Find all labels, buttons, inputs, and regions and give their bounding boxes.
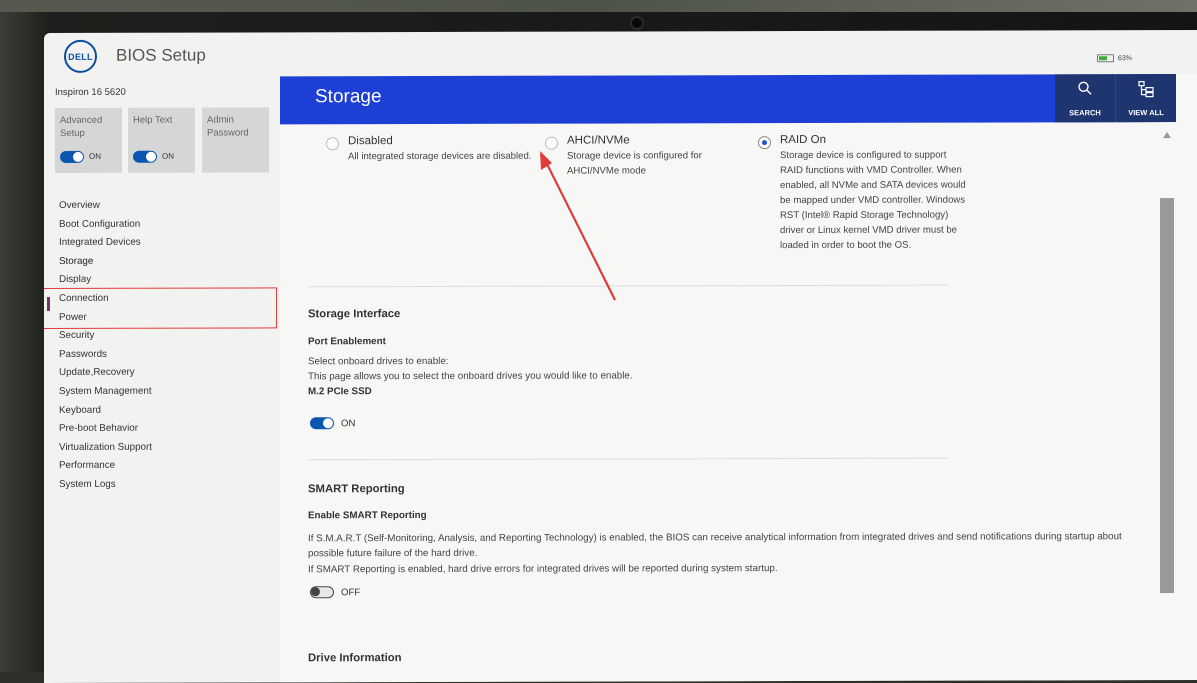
- port-enablement-line2: This page allows you to select the onboa…: [308, 368, 633, 384]
- option-label: RAID On: [780, 133, 970, 148]
- smart-toggle-row: OFF: [310, 586, 360, 598]
- option-label: AHCI/NVMe: [567, 133, 737, 148]
- divider: [308, 458, 948, 461]
- sidebar-item-system-management[interactable]: System Management: [58, 386, 152, 405]
- scroll-up-arrow-icon[interactable]: [1163, 132, 1171, 138]
- option-ahci-nvme[interactable]: AHCI/NVMe Storage device is configured f…: [567, 133, 737, 178]
- sidebar-nav: Overview Boot Configuration Integrated D…: [58, 200, 152, 498]
- scroll-thumb[interactable]: [1160, 198, 1174, 593]
- bios-screen: DELL BIOS Setup 63% Inspiron 16 5620 Adv…: [44, 30, 1197, 683]
- tile-advanced-setup[interactable]: Advanced Setup ON: [55, 108, 122, 173]
- sidebar-item-pre-boot-behavior[interactable]: Pre-boot Behavior: [58, 423, 152, 442]
- scrollbar[interactable]: [1160, 126, 1174, 680]
- option-label: Disabled: [348, 134, 538, 149]
- battery-level: 63%: [1118, 55, 1132, 62]
- model-name: Inspiron 16 5620: [55, 87, 126, 98]
- view-all-button[interactable]: VIEW ALL: [1116, 74, 1176, 122]
- view-all-icon: [1137, 80, 1155, 98]
- dell-logo: DELL: [64, 40, 97, 73]
- sidebar-item-passwords[interactable]: Passwords: [58, 348, 152, 367]
- m2-ssd-toggle-row: ON: [310, 417, 355, 429]
- option-disabled[interactable]: Disabled All integrated storage devices …: [348, 134, 538, 164]
- sidebar: Inspiron 16 5620 Advanced Setup ON Help …: [44, 77, 280, 683]
- tile-admin-password[interactable]: Admin Password: [202, 107, 269, 172]
- app-title: BIOS Setup: [116, 46, 206, 66]
- port-enablement-line1: Select onboard drives to enable:: [308, 354, 449, 369]
- option-description: Storage device is configured to support …: [780, 148, 970, 253]
- search-button[interactable]: SEARCH: [1055, 74, 1115, 122]
- main-content: Storage SEARCH VIEW ALL: [280, 74, 1197, 682]
- section-title-storage-interface: Storage Interface: [308, 308, 400, 320]
- sidebar-item-storage[interactable]: Storage: [58, 255, 152, 274]
- smart-description-2: If SMART Reporting is enabled, hard driv…: [308, 560, 1153, 577]
- title-bar: Storage SEARCH VIEW ALL: [280, 74, 1176, 124]
- option-raid-on[interactable]: RAID On Storage device is configured to …: [780, 133, 970, 253]
- option-description: All integrated storage devices are disab…: [348, 149, 538, 164]
- sidebar-item-boot-configuration[interactable]: Boot Configuration: [58, 218, 152, 237]
- webcam: [630, 16, 644, 30]
- battery-fill: [1099, 56, 1107, 60]
- logo-text: DELL: [68, 51, 93, 61]
- sidebar-item-performance[interactable]: Performance: [58, 460, 152, 479]
- sidebar-item-keyboard[interactable]: Keyboard: [58, 404, 152, 423]
- page-title: Storage: [315, 86, 382, 108]
- section-title-drive-information: Drive Information: [308, 652, 402, 664]
- drive-label: M.2 PCIe SSD: [308, 386, 372, 397]
- subtitle-enable-smart: Enable SMART Reporting: [308, 510, 427, 521]
- bezel-top: [0, 0, 1197, 12]
- divider: [308, 285, 948, 288]
- tile-label: Admin Password: [207, 115, 249, 139]
- search-label: SEARCH: [1055, 108, 1115, 117]
- toggle-state: OFF: [341, 587, 360, 598]
- sidebar-item-overview[interactable]: Overview: [58, 200, 152, 219]
- sidebar-item-virtualization-support[interactable]: Virtualization Support: [58, 441, 152, 460]
- sidebar-item-integrated-devices[interactable]: Integrated Devices: [58, 237, 152, 256]
- m2-ssd-toggle[interactable]: [310, 417, 334, 429]
- top-bar: DELL BIOS Setup 63%: [44, 30, 1197, 78]
- battery-icon: [1097, 54, 1114, 62]
- toggle-state: ON: [341, 418, 355, 429]
- sidebar-item-update-recovery[interactable]: Update,Recovery: [58, 367, 152, 386]
- smart-description: If S.M.A.R.T (Self-Monitoring, Analysis,…: [308, 529, 1153, 561]
- sidebar-item-security[interactable]: Security: [58, 330, 152, 349]
- battery-indicator: 63%: [1097, 54, 1132, 62]
- option-description: Storage device is configured for AHCI/NV…: [567, 148, 737, 178]
- sidebar-item-power[interactable]: Power: [58, 311, 152, 330]
- search-icon: [1077, 80, 1093, 96]
- tile-label: Help Text: [133, 115, 172, 126]
- smart-reporting-toggle[interactable]: [310, 586, 334, 598]
- radio-disabled[interactable]: [326, 137, 339, 150]
- tile-help-text[interactable]: Help Text ON: [128, 108, 195, 173]
- radio-ahci-nvme[interactable]: [545, 137, 558, 150]
- tile-label: Advanced Setup: [60, 115, 102, 139]
- advanced-setup-toggle-row: ON: [60, 150, 101, 163]
- sidebar-item-connection[interactable]: Connection: [58, 293, 152, 312]
- help-text-toggle[interactable]: [133, 150, 157, 162]
- radio-raid-on[interactable]: [758, 136, 771, 149]
- sidebar-item-system-logs[interactable]: System Logs: [58, 479, 152, 498]
- sidebar-item-display[interactable]: Display: [58, 274, 152, 293]
- subtitle-port-enablement: Port Enablement: [308, 336, 386, 347]
- section-title-smart-reporting: SMART Reporting: [308, 483, 405, 495]
- view-all-label: VIEW ALL: [1116, 108, 1176, 117]
- toggle-state: ON: [89, 150, 101, 163]
- toggle-state: ON: [162, 150, 174, 163]
- help-text-toggle-row: ON: [133, 150, 174, 163]
- advanced-setup-toggle[interactable]: [60, 150, 84, 162]
